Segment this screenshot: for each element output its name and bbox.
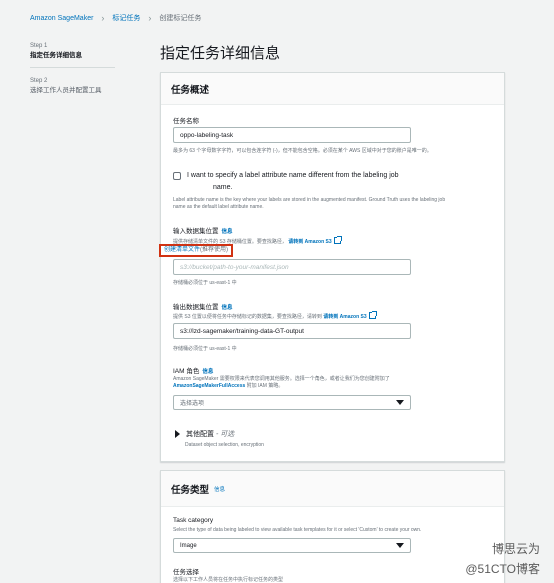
- external-link-icon: [368, 311, 377, 319]
- page-title: 指定任务详细信息: [160, 45, 281, 62]
- label-attribute-checkbox[interactable]: [173, 172, 181, 180]
- caret-down-icon: [396, 400, 404, 405]
- external-link-icon: [333, 236, 342, 244]
- info-link[interactable]: 信息: [222, 305, 233, 311]
- breadcrumb-current: 创建标记任务: [159, 15, 202, 22]
- label-attribute-description: Label attribute name is the key where yo…: [173, 197, 446, 203]
- wizard-steps: Step 1 指定任务详细信息 Step 2 选择工作人员并配置工具: [30, 42, 115, 111]
- output-location-label: 输出数据集位置 信息: [173, 304, 233, 311]
- watermark-wechat: 博思云为: [491, 542, 540, 556]
- input-location-field[interactable]: s3://bucket/path-to-your-manifest.json: [173, 259, 411, 275]
- input-location-hint: 存储桶必须位于 us-east-1 中: [173, 280, 237, 286]
- iam-role-label: IAM 角色 信息: [173, 368, 214, 375]
- additional-config-description: Dataset object selection, encryption: [185, 442, 264, 448]
- label-attribute-checkbox-label-2: name.: [213, 184, 233, 191]
- label-attribute-description-2: name as the default label attribute name…: [173, 204, 264, 210]
- task-selection-label: 任务选择: [173, 569, 199, 576]
- breadcrumb-separator-icon: ›: [101, 13, 105, 23]
- breadcrumb-sagemaker[interactable]: Amazon SageMaker: [30, 15, 93, 22]
- task-selection-description: 选择以下工作人员将在任务中执行标记任务的类型: [173, 577, 284, 583]
- step-number: Step 2: [30, 78, 48, 84]
- job-name-input[interactable]: oppo-labeling-task: [173, 127, 411, 143]
- breadcrumb-separator-icon: ›: [148, 13, 152, 23]
- job-name-label: 任务名称: [173, 118, 199, 125]
- task-category-description: Select the type of data being labeled to…: [173, 527, 422, 533]
- step-label: 指定任务详细信息: [30, 52, 82, 59]
- iam-role-select[interactable]: 选择选项: [173, 395, 411, 410]
- breadcrumb-labeling-jobs[interactable]: 标记任务: [112, 13, 140, 23]
- info-link[interactable]: 信息: [214, 485, 225, 493]
- breadcrumb: Amazon SageMaker › 标记任务 › 创建标记任务: [30, 13, 201, 23]
- output-location-hint: 存储桶必须位于 us-east-1 中: [173, 346, 237, 352]
- job-name-description: 最多为 63 个字母数字字符，可以包含连字符 (-)，但不能包含空格。必须在某个…: [173, 148, 432, 154]
- task-category-select[interactable]: Image: [173, 538, 411, 553]
- output-location-field[interactable]: s3://lzd-sagemaker/training-data-GT-outp…: [173, 323, 411, 339]
- caret-right-icon: [175, 430, 180, 439]
- panel-title: 任务概述: [161, 73, 504, 105]
- step-label: 选择工作人员并配置工具: [30, 87, 102, 94]
- output-location-description: 提供 S3 位置以便将任务中存储标记的数据集，要查找路径，请转到 请转到 Ama…: [173, 311, 377, 320]
- step-2[interactable]: Step 2 选择工作人员并配置工具: [30, 77, 115, 102]
- iam-role-description: Amazon SageMaker 需要权限来代表您调用其他服务。选择一个角色，或…: [173, 376, 390, 382]
- step-1[interactable]: Step 1 指定任务详细信息: [30, 42, 115, 68]
- create-manifest-link[interactable]: 创建清单文件(推荐使用): [159, 244, 234, 257]
- additional-config-toggle[interactable]: 其他配置 - 可选: [175, 429, 234, 439]
- input-location-label: 输入数据集位置 信息: [173, 228, 233, 235]
- iam-role-description-2: AmazonSageMakerFullAccess 附加 IAM 策略。: [173, 383, 284, 389]
- step-number: Step 1: [30, 43, 48, 49]
- s3-link[interactable]: 请转到 Amazon S3: [288, 239, 331, 245]
- panel-title: 任务类型 信息: [161, 471, 504, 507]
- task-category-label: Task category: [173, 517, 214, 524]
- s3-link[interactable]: 请转到 Amazon S3: [323, 314, 366, 320]
- task-type-panel: 任务类型 信息 Task category Select the type of …: [160, 470, 505, 583]
- caret-down-icon: [396, 543, 404, 548]
- label-attribute-checkbox-label: I want to specify a label attribute name…: [187, 172, 399, 179]
- job-overview-panel: 任务概述 任务名称 oppo-labeling-task 最多为 63 个字母数…: [159, 72, 505, 462]
- info-link[interactable]: 信息: [222, 229, 233, 235]
- watermark-51cto: @51CTO博客: [465, 562, 540, 576]
- info-link[interactable]: 信息: [202, 369, 213, 375]
